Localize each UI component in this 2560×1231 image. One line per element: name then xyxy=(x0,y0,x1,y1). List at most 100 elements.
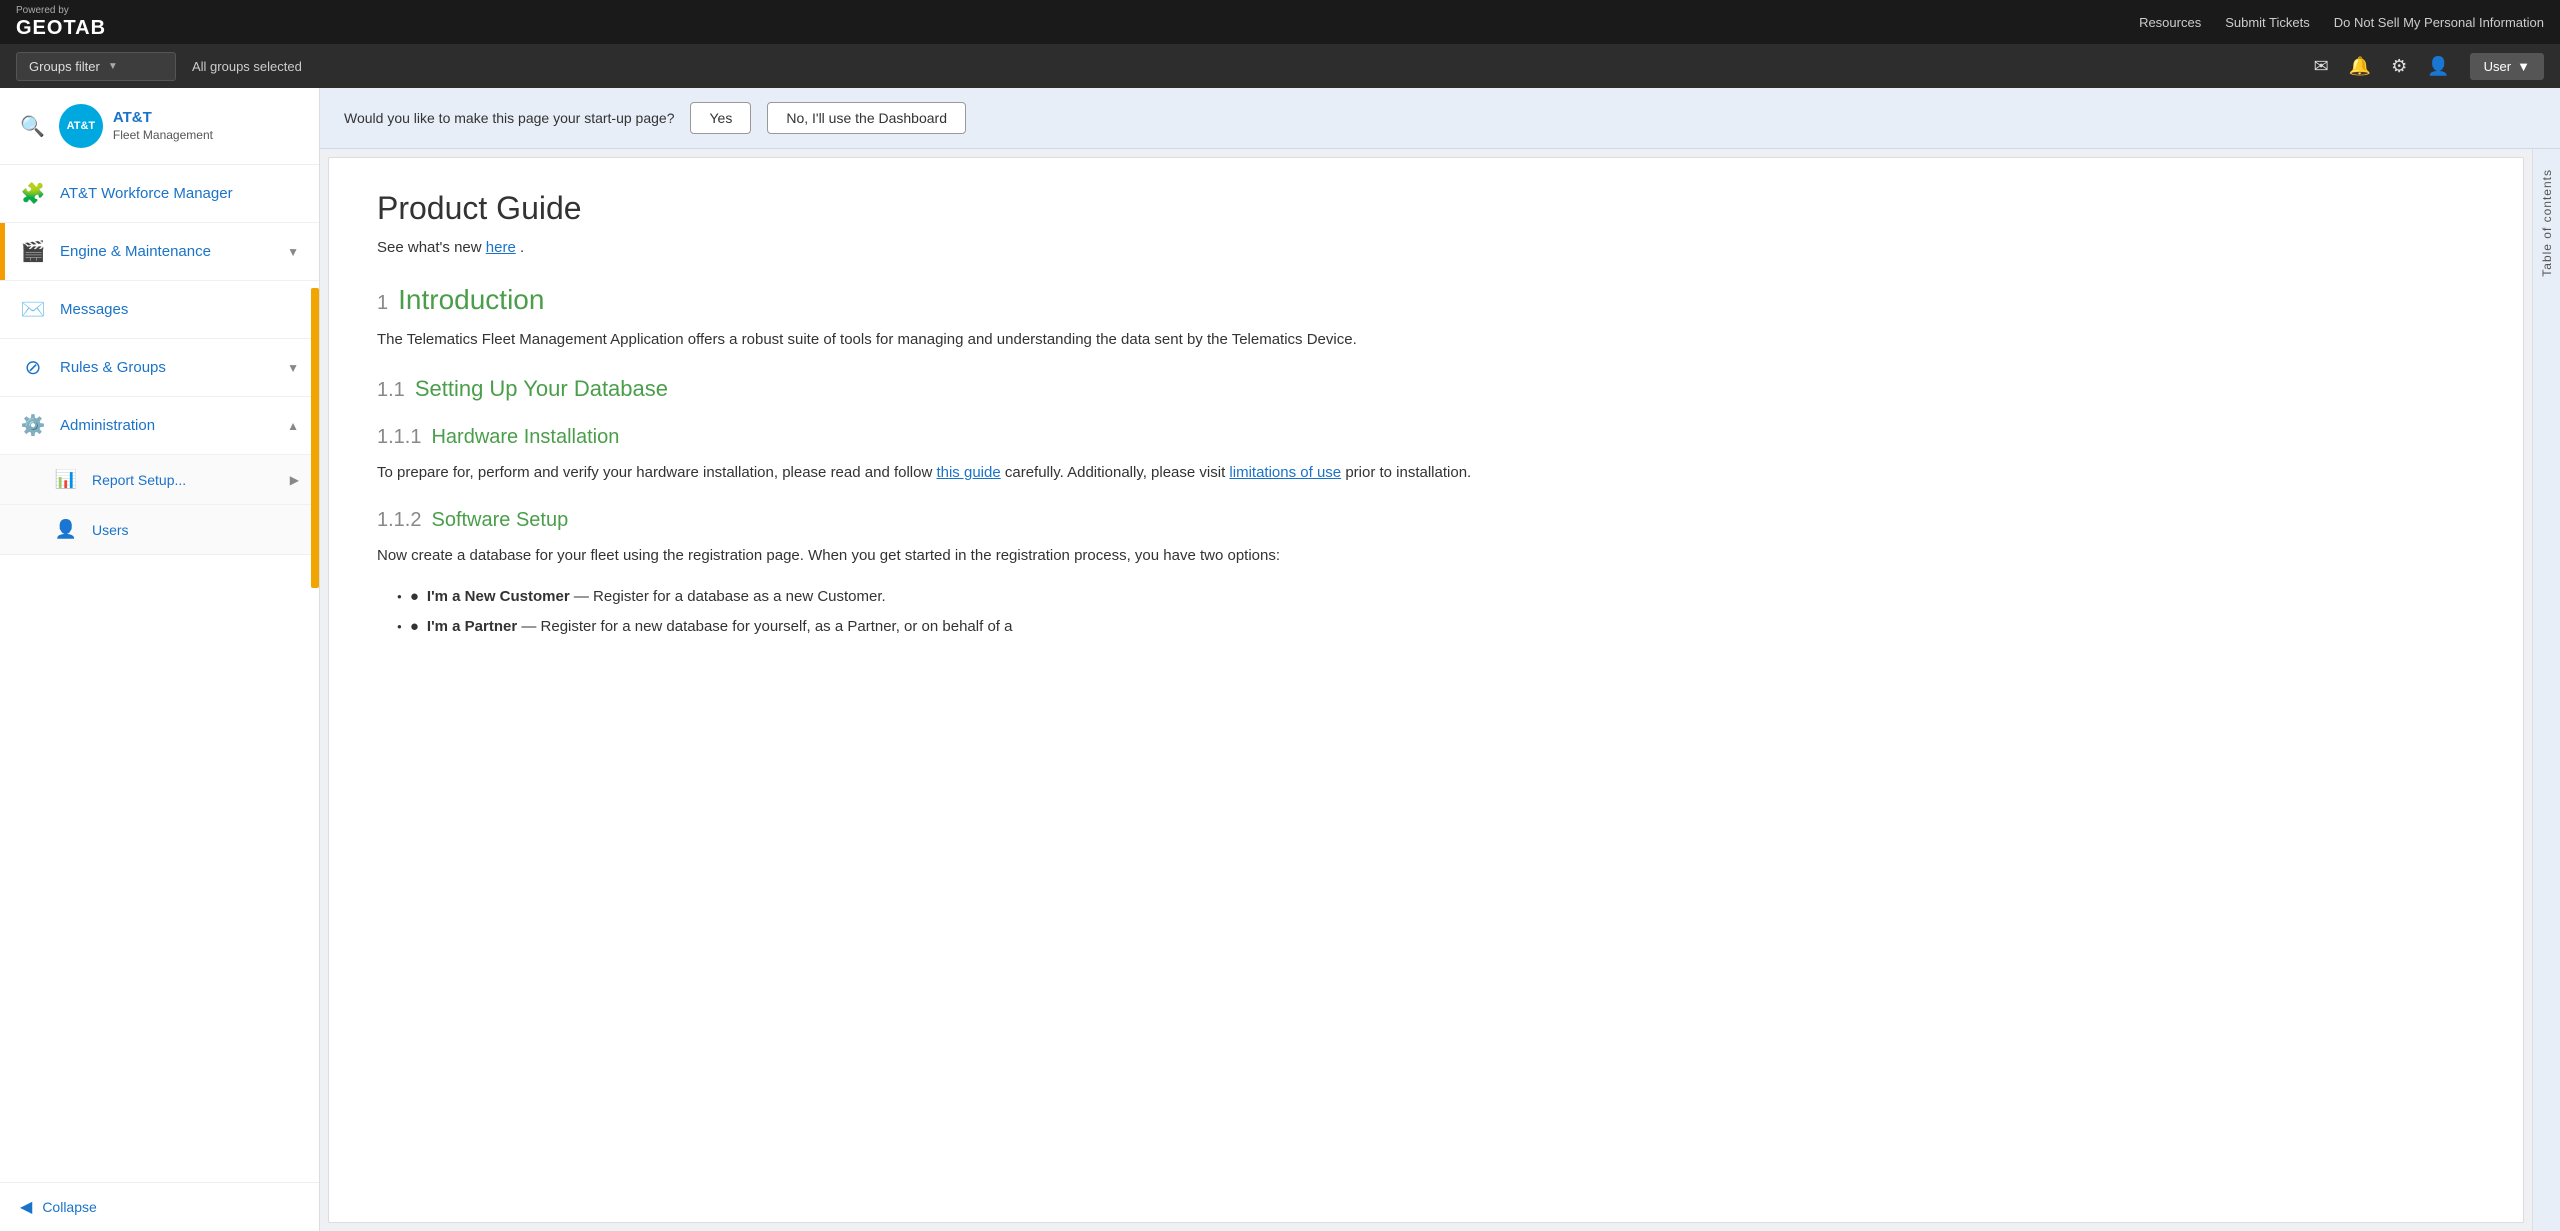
company-name: AT&T xyxy=(113,108,213,128)
bullet-text: I'm a New Customer — Register for a data… xyxy=(427,585,886,609)
sub-nav-label: Report Setup... xyxy=(92,472,276,488)
scroll-indicator xyxy=(311,288,319,588)
top-nav-links: Resources Submit Tickets Do Not Sell My … xyxy=(2139,15,2544,30)
section-num: 1.1.1 xyxy=(377,426,421,449)
bullet-list: ● I'm a New Customer — Register for a da… xyxy=(397,582,2475,642)
gear-icon: ⚙️ xyxy=(20,413,46,438)
this-guide-link[interactable]: this guide xyxy=(936,464,1000,481)
sidebar-nav: 🧩 AT&T Workforce Manager 🎬 Engine & Main… xyxy=(0,165,319,1182)
section-num: 1 xyxy=(377,292,388,315)
mail-icon[interactable]: ✉ xyxy=(2314,56,2329,77)
section-title: Introduction xyxy=(398,284,544,316)
att-logo-circle: AT&T xyxy=(59,104,103,148)
bullet-rest: — Register for a new database for yourse… xyxy=(521,618,1012,635)
att-logo: AT&T AT&T Fleet Management xyxy=(59,104,213,148)
collapse-label: Collapse xyxy=(42,1199,96,1215)
sidebar-item-users[interactable]: 👤 Users xyxy=(0,505,319,555)
section-11-heading: 1.1 Setting Up Your Database xyxy=(377,376,2475,402)
chevron-up-icon: ▲ xyxy=(287,419,299,433)
camera-icon: 🎬 xyxy=(20,239,46,264)
envelope-icon: ✉️ xyxy=(20,297,46,322)
list-item: ● I'm a New Customer — Register for a da… xyxy=(397,582,2475,612)
settings-icon[interactable]: ⚙ xyxy=(2391,56,2407,77)
toc-sidebar[interactable]: Table of contents xyxy=(2532,149,2560,1231)
chevron-down-icon: ▼ xyxy=(108,61,118,72)
body-text-1: To prepare for, perform and verify your … xyxy=(377,464,936,481)
chevron-right-icon: ▶ xyxy=(290,473,299,487)
admin-sub-nav: 📊 Report Setup... ▶ 👤 Users xyxy=(0,455,319,555)
guide-content: Product Guide See what's new here . 1 In… xyxy=(328,157,2524,1223)
body-end: prior to installation. xyxy=(1345,464,1471,481)
content-area: Would you like to make this page your st… xyxy=(320,88,2560,1231)
section-title: Setting Up Your Database xyxy=(415,376,668,402)
section-num: 1.1 xyxy=(377,379,405,402)
no-dashboard-button[interactable]: No, I'll use the Dashboard xyxy=(767,102,966,134)
section-title: Software Setup xyxy=(431,509,568,532)
sidebar-item-label: Administration xyxy=(60,417,273,434)
bullet-bold: I'm a New Customer xyxy=(427,588,570,605)
sidebar-item-report-setup[interactable]: 📊 Report Setup... ▶ xyxy=(0,455,319,505)
user-menu-button[interactable]: User ▼ xyxy=(2470,53,2544,80)
chevron-left-icon: ◀ xyxy=(20,1197,32,1217)
sidebar-collapse-button[interactable]: ◀ Collapse xyxy=(0,1182,319,1231)
user-name-label: User xyxy=(2484,59,2511,74)
section-1-body: The Telematics Fleet Management Applicat… xyxy=(377,328,2475,352)
limitations-link[interactable]: limitations of use xyxy=(1229,464,1341,481)
section-num: 1.1.2 xyxy=(377,509,421,532)
banner-question: Would you like to make this page your st… xyxy=(344,110,674,126)
section-111-body: To prepare for, perform and verify your … xyxy=(377,461,2475,485)
list-item: ● I'm a Partner — Register for a new dat… xyxy=(397,612,2475,642)
bullet-text: I'm a Partner — Register for a new datab… xyxy=(427,615,1013,639)
sidebar-header: 🔍 AT&T AT&T Fleet Management xyxy=(0,88,319,165)
intro-link[interactable]: here xyxy=(486,239,516,256)
bullet-rest: — Register for a database as a new Custo… xyxy=(574,588,886,605)
sidebar: 🔍 AT&T AT&T Fleet Management 🧩 AT&T Work… xyxy=(0,88,320,1231)
company-sub: Fleet Management xyxy=(113,128,213,144)
user-icon: 👤 xyxy=(54,519,78,540)
puzzle-icon: 🧩 xyxy=(20,181,46,206)
powered-by-text: Powered by xyxy=(16,5,106,17)
sidebar-item-label: Engine & Maintenance xyxy=(60,243,273,260)
main-layout: 🔍 AT&T AT&T Fleet Management 🧩 AT&T Work… xyxy=(0,88,2560,1231)
startup-banner: Would you like to make this page your st… xyxy=(320,88,2560,149)
toc-label: Table of contents xyxy=(2540,169,2554,277)
filter-bar-actions: ✉ 🔔 ⚙ 👤 User ▼ xyxy=(2314,53,2544,80)
sidebar-item-rules[interactable]: ⊘ Rules & Groups ▼ xyxy=(0,339,319,397)
submit-tickets-link[interactable]: Submit Tickets xyxy=(2225,15,2310,30)
bullet-bold: I'm a Partner xyxy=(427,618,517,635)
geotab-logo: Powered by GEOTAB xyxy=(16,5,106,40)
section-title: Hardware Installation xyxy=(431,426,619,449)
rules-icon: ⊘ xyxy=(20,355,46,380)
report-icon: 📊 xyxy=(54,469,78,490)
yes-button[interactable]: Yes xyxy=(690,102,751,134)
section-1-heading: 1 Introduction xyxy=(377,284,2475,316)
search-icon[interactable]: 🔍 xyxy=(20,114,45,139)
section-111-heading: 1.1.1 Hardware Installation xyxy=(377,426,2475,449)
user-icon[interactable]: 👤 xyxy=(2427,56,2449,77)
sidebar-item-engine[interactable]: 🎬 Engine & Maintenance ▼ xyxy=(0,223,319,281)
sub-nav-label: Users xyxy=(92,522,299,538)
guide-title: Product Guide xyxy=(377,190,2475,227)
groups-selected-text: All groups selected xyxy=(192,59,302,74)
sidebar-item-workforce[interactable]: 🧩 AT&T Workforce Manager xyxy=(0,165,319,223)
sidebar-item-label: AT&T Workforce Manager xyxy=(60,185,299,202)
section-112-body: Now create a database for your fleet usi… xyxy=(377,544,2475,568)
intro-text: See what's new xyxy=(377,239,486,256)
logo-text: GEOTAB xyxy=(16,17,106,40)
sidebar-item-label: Messages xyxy=(60,301,299,318)
guide-intro: See what's new here . xyxy=(377,239,2475,256)
bullet-dot: ● xyxy=(410,615,419,639)
section-112-heading: 1.1.2 Software Setup xyxy=(377,509,2475,532)
resources-link[interactable]: Resources xyxy=(2139,15,2201,30)
do-not-sell-link[interactable]: Do Not Sell My Personal Information xyxy=(2334,15,2544,30)
top-navigation-bar: Powered by GEOTAB Resources Submit Ticke… xyxy=(0,0,2560,44)
sidebar-item-messages[interactable]: ✉️ Messages xyxy=(0,281,319,339)
bell-icon[interactable]: 🔔 xyxy=(2349,56,2371,77)
att-name-block: AT&T Fleet Management xyxy=(113,108,213,143)
sidebar-item-administration[interactable]: ⚙️ Administration ▲ xyxy=(0,397,319,455)
filter-bar: Groups filter ▼ All groups selected ✉ 🔔 … xyxy=(0,44,2560,88)
bullet-dot: ● xyxy=(410,585,419,609)
groups-filter-button[interactable]: Groups filter ▼ xyxy=(16,52,176,81)
logo-area: Powered by GEOTAB xyxy=(16,5,106,40)
body-mid: carefully. Additionally, please visit xyxy=(1005,464,1230,481)
